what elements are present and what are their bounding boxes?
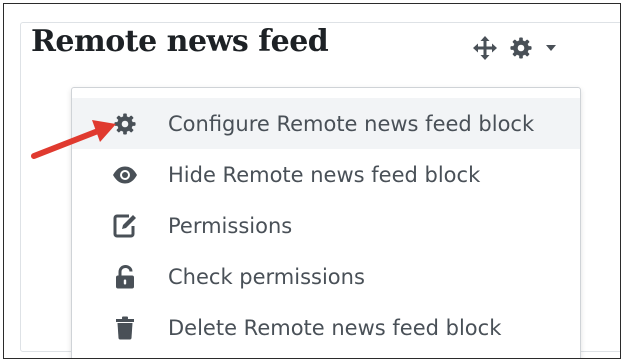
menu-item-label: Configure Remote news feed block xyxy=(168,111,535,136)
menu-item-permissions[interactable]: Permissions xyxy=(72,200,580,251)
menu-item-label: Delete Remote news feed block xyxy=(168,315,502,340)
menu-item-label: Hide Remote news feed block xyxy=(168,162,481,187)
unlock-icon xyxy=(112,264,138,290)
menu-item-label: Check permissions xyxy=(168,264,365,289)
menu-item-check-permissions[interactable]: Check permissions xyxy=(72,251,580,302)
move-arrows-icon[interactable] xyxy=(472,35,498,61)
menu-item-hide[interactable]: Hide Remote news feed block xyxy=(72,149,580,200)
menu-item-delete[interactable]: Delete Remote news feed block xyxy=(72,302,580,353)
edit-icon xyxy=(112,213,138,239)
gear-icon xyxy=(112,111,138,137)
menu-item-label: Permissions xyxy=(168,213,293,238)
block-actions-menu: Configure Remote news feed block Hide Re… xyxy=(71,87,581,358)
eye-icon xyxy=(112,162,138,188)
menu-item-configure[interactable]: Configure Remote news feed block xyxy=(72,98,580,149)
screenshot-frame: Remote news feed Configure Remote news f… xyxy=(3,3,621,359)
trash-icon xyxy=(112,315,138,341)
gear-icon[interactable] xyxy=(508,35,534,61)
caret-down-icon[interactable] xyxy=(544,35,558,61)
block-title: Remote news feed xyxy=(31,24,329,59)
